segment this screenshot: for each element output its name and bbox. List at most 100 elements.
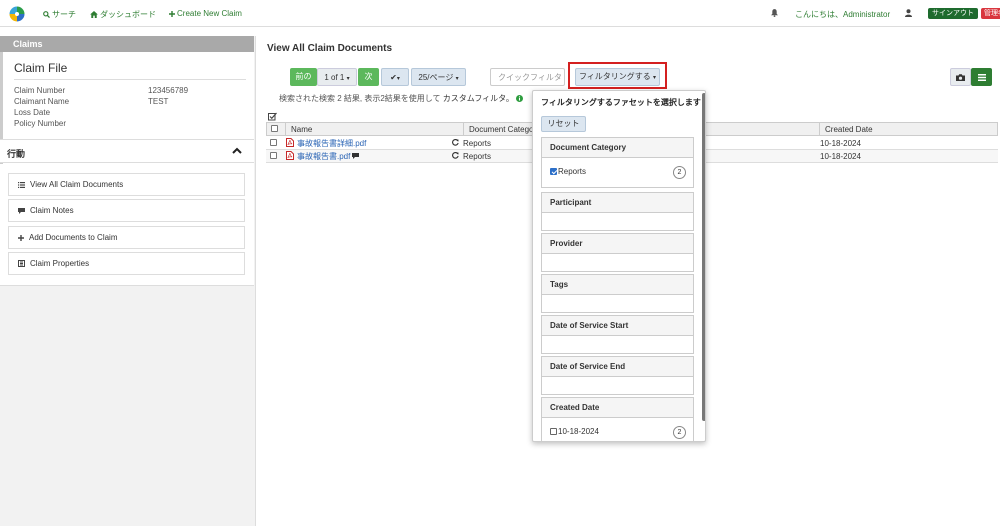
- facet-header: Provider: [542, 234, 693, 254]
- refresh-icon[interactable]: [452, 152, 459, 159]
- action-label: Add Documents to Claim: [29, 233, 118, 242]
- claimant-name-label: Claimant Name: [14, 97, 70, 106]
- nav-dashboard-link[interactable]: ダッシュボード: [90, 9, 156, 20]
- actions-list: View All Claim Documents Claim Notes Add…: [0, 164, 254, 286]
- comment-icon[interactable]: [352, 153, 359, 159]
- user-icon[interactable]: [905, 9, 912, 17]
- list-icon: [977, 73, 986, 81]
- facet-option-label: 10-18-2024: [558, 427, 599, 436]
- claims-header: Claims: [0, 36, 254, 52]
- quick-filter-input[interactable]: [490, 68, 565, 86]
- facet-body: Reports 2: [542, 158, 693, 187]
- facet-created-date: Created Date 10-18-2024 2: [541, 397, 694, 441]
- result-summary: 検索された検索 2 結果, 表示2結果を使用して カスタムフィルタ。: [279, 93, 524, 104]
- facet-option-reports[interactable]: Reports: [550, 167, 586, 176]
- reset-button[interactable]: リセット: [541, 116, 586, 132]
- facet-filter-dropdown: フィルタリングするファセットを選択します リセット Document Categ…: [532, 90, 706, 442]
- caret-down-icon: ▾: [346, 76, 350, 82]
- per-page-select[interactable]: 25/ページ ▾: [411, 68, 466, 86]
- facet-header: Participant: [542, 193, 693, 213]
- nav-search-label: サーチ: [52, 10, 76, 19]
- chevron-up-icon[interactable]: [232, 146, 242, 156]
- action-claim-notes[interactable]: Claim Notes: [8, 199, 245, 222]
- facet-body: [542, 377, 693, 394]
- facet-count-badge: 2: [673, 426, 686, 439]
- document-name-link[interactable]: 事故報告書.pdf: [297, 151, 350, 162]
- claimant-name-value: TEST: [148, 97, 169, 106]
- action-label: View All Claim Documents: [30, 180, 124, 189]
- caret-down-icon: ▾: [653, 75, 657, 81]
- filter-button-label: フィルタリングする: [578, 72, 651, 81]
- facet-header: Date of Service Start: [542, 316, 693, 336]
- bell-icon[interactable]: [771, 9, 778, 17]
- left-panel: Claims Claim File Claim Number 123456789…: [0, 36, 256, 526]
- home-icon: [90, 11, 98, 18]
- info-icon[interactable]: [516, 95, 524, 102]
- page-select[interactable]: 1 of 1 ▾: [317, 68, 357, 86]
- camera-icon: [956, 73, 965, 81]
- column-header-created-date[interactable]: Created Date: [819, 123, 999, 135]
- facet-header: Created Date: [542, 398, 693, 418]
- facet-header: Tags: [542, 275, 693, 295]
- action-claim-properties[interactable]: Claim Properties: [8, 252, 245, 275]
- scrollbar[interactable]: [702, 93, 705, 421]
- select-menu-button[interactable]: ✔▾: [381, 68, 409, 86]
- dropdown-title: フィルタリングするファセットを選択します: [541, 98, 701, 107]
- check-all-icon[interactable]: [268, 112, 277, 121]
- facet-option-checkbox[interactable]: [550, 428, 557, 435]
- facet-body: [542, 295, 693, 312]
- facet-option-created-date[interactable]: 10-18-2024: [550, 427, 599, 436]
- row-checkbox[interactable]: [270, 139, 277, 146]
- claim-number-label: Claim Number: [14, 86, 66, 95]
- action-add-documents[interactable]: Add Documents to Claim: [8, 226, 245, 249]
- actions-title: 行動: [7, 149, 26, 159]
- select-all-checkbox[interactable]: [271, 125, 278, 132]
- facet-option-label: Reports: [558, 167, 587, 176]
- caret-down-icon: ▾: [455, 76, 459, 82]
- checkmark-icon: ✔: [390, 73, 397, 82]
- admin-button[interactable]: 管理者: [981, 8, 1000, 19]
- result-count-text: 検索された検索 2 結果, 表示2結果を使用して: [279, 94, 441, 103]
- properties-icon: [18, 260, 25, 267]
- gallery-view-button[interactable]: [950, 68, 971, 86]
- prev-page-button[interactable]: 前の: [290, 68, 317, 86]
- facet-date-of-service-start: Date of Service Start: [541, 315, 694, 354]
- actions-section-header[interactable]: 行動: [0, 139, 254, 163]
- company-logo[interactable]: [9, 6, 25, 22]
- nav-search-link[interactable]: サーチ: [43, 9, 76, 20]
- column-header-name[interactable]: Name: [285, 123, 463, 135]
- page-title: View All Claim Documents: [267, 43, 393, 54]
- list-icon: [18, 181, 25, 188]
- facet-body: [542, 213, 693, 230]
- comment-icon: [18, 207, 25, 214]
- caret-down-icon: ▾: [396, 76, 400, 82]
- filter-button[interactable]: フィルタリングする ▾: [575, 68, 660, 86]
- claim-file-title: Claim File: [14, 61, 68, 75]
- nav-create-claim-link[interactable]: Create New Claim: [169, 9, 242, 18]
- custom-filter-link[interactable]: カスタムフィルタ。: [443, 94, 514, 103]
- refresh-icon[interactable]: [452, 139, 459, 146]
- list-view-button[interactable]: [971, 68, 992, 86]
- action-label: Claim Notes: [30, 206, 74, 215]
- divider: [14, 79, 246, 80]
- nav-dashboard-label: ダッシュボード: [100, 10, 156, 19]
- facet-tags: Tags: [541, 274, 694, 313]
- signout-button[interactable]: サインアウト: [928, 8, 978, 19]
- row-checkbox[interactable]: [270, 152, 277, 159]
- created-date: 10-18-2024: [820, 152, 861, 161]
- facet-body: 10-18-2024 2: [542, 418, 693, 441]
- created-date: 10-18-2024: [820, 139, 861, 148]
- nav-create-claim-label: Create New Claim: [177, 9, 242, 18]
- action-view-all-documents[interactable]: View All Claim Documents: [8, 173, 245, 196]
- plus-icon: [169, 10, 175, 17]
- policy-number-label: Policy Number: [14, 119, 67, 128]
- next-page-button[interactable]: 次: [358, 68, 379, 86]
- plus-icon: [18, 234, 24, 241]
- document-name-link[interactable]: 事故報告書詳細.pdf: [297, 138, 366, 149]
- facet-header: Date of Service End: [542, 357, 693, 377]
- facet-header: Document Category: [542, 138, 693, 158]
- action-label: Claim Properties: [30, 259, 90, 268]
- page-indicator: 1 of 1: [324, 73, 345, 82]
- pdf-icon: [286, 151, 294, 160]
- facet-option-checkbox[interactable]: [550, 168, 557, 175]
